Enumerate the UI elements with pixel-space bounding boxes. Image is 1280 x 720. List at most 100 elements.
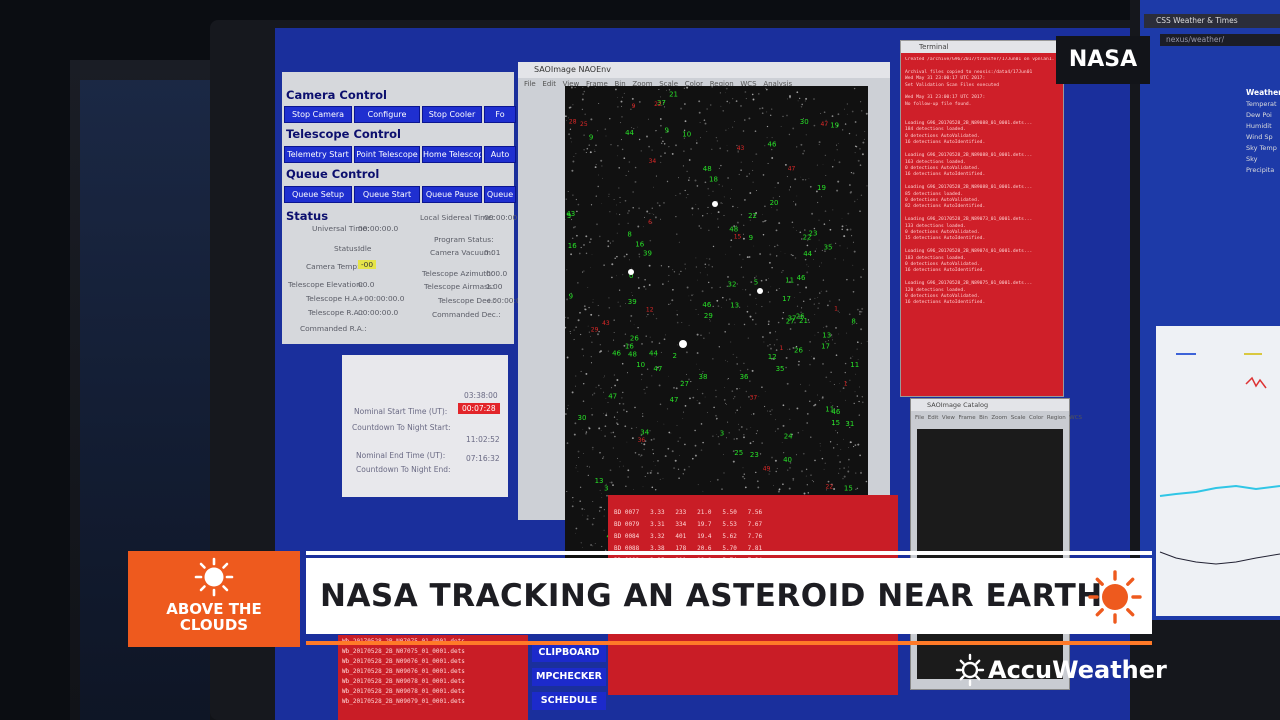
star [585,433,587,435]
log-titlebar[interactable]: Terminal [901,41,1063,53]
star [583,90,586,93]
star [604,375,605,377]
star [587,325,589,327]
star [846,113,848,115]
queue-more-button[interactable]: Queue [484,186,516,203]
star [617,145,619,147]
star [588,466,591,468]
star [726,100,728,103]
star [703,119,706,121]
star [857,341,859,343]
star [788,348,791,351]
star [717,211,720,214]
star [738,173,740,176]
catalog-menu-zoom[interactable]: Zoom [991,415,1007,421]
star [565,198,568,200]
star [692,294,694,295]
star [848,447,849,449]
queue-pause-button[interactable]: Queue Pause [422,186,482,203]
auto-button[interactable]: Auto [484,146,516,163]
star [653,213,655,215]
ds9-menu-edit[interactable]: Edit [542,80,556,88]
point-telescope-button[interactable]: Point Telescope [354,146,420,163]
catalog-menu-view[interactable]: View [942,415,955,421]
queue-setup-button[interactable]: Queue Setup [284,186,352,203]
ds9-titlebar[interactable]: SAOImage NAOEnv [518,62,890,78]
star [795,203,797,205]
star [611,263,614,266]
star [720,105,722,107]
catalog-menu-color[interactable]: Color [1029,415,1043,421]
star [618,402,621,405]
star [611,276,613,279]
star [740,161,742,163]
detection-marker: 39 [628,298,637,306]
star [586,147,589,150]
catalog-titlebar[interactable]: SAOImage Catalog [911,399,1069,411]
star [678,241,680,243]
star [614,384,616,387]
detection-marker: 31 [845,420,854,428]
graph-cyan-trace [1159,484,1280,497]
star [806,413,809,415]
accuweather-sun-icon [955,653,985,687]
browser-tab[interactable]: CSS Weather & Times [1144,14,1280,28]
stop-cooler-button[interactable]: Stop Cooler [422,106,482,123]
star [825,376,828,379]
star [722,296,724,299]
detection-marker: 43 [566,210,575,218]
countdown-end-value: 07:16:32 [466,454,500,463]
configure-button[interactable]: Configure [354,106,420,123]
star [631,267,632,269]
accuweather-logo: AccuWeather [954,652,1194,688]
star [653,438,655,440]
star [853,250,856,253]
star [865,112,868,115]
ds9-menu-file[interactable]: File [518,80,536,88]
stop-camera-button[interactable]: Stop Camera [284,106,352,123]
star [752,440,754,443]
mpchecker-button[interactable]: MPCHECKER [532,668,606,686]
catalog-menu-region[interactable]: Region [1047,415,1066,421]
detection-marker: 47 [608,393,617,401]
queue-start-button[interactable]: Queue Start [354,186,420,203]
catalog-menu-file[interactable]: File [915,415,924,421]
star [591,408,593,410]
catalog-menu-wcs[interactable]: WCS [1069,415,1082,421]
detection-marker: 16 [568,242,577,250]
star [758,93,760,95]
star [668,274,670,276]
catalog-menu-edit[interactable]: Edit [928,415,939,421]
home-telescope-button[interactable]: Home Telescope [422,146,482,163]
star [838,161,841,164]
star [789,186,792,188]
detection-marker: 34 [640,429,649,437]
star [583,508,585,510]
clipboard-button[interactable]: CLIPBOARD [532,644,606,662]
star [732,98,734,100]
catalog-menu-scale[interactable]: Scale [1011,415,1026,421]
star [716,417,718,420]
star [679,455,680,456]
star [696,142,698,144]
weather-item: Sky Temp [1246,144,1277,152]
star [799,97,801,100]
star [830,402,832,403]
schedule-button[interactable]: SCHEDULE [532,692,606,710]
star [649,430,651,432]
catalog-menu-frame[interactable]: Frame [958,415,975,421]
catalog-menu-bin[interactable]: Bin [979,415,988,421]
star [846,228,849,231]
star [723,215,725,216]
star [864,131,866,132]
star [734,396,736,398]
browser-url-bar[interactable]: nexus/weather/ [1160,34,1280,46]
star [817,331,819,334]
star [816,164,818,166]
star [797,363,800,366]
star [634,406,636,409]
focus-button[interactable]: Fo [484,106,516,123]
telemetry-start-button[interactable]: Telemetry Start [284,146,352,163]
star [781,442,783,444]
star [796,146,798,148]
